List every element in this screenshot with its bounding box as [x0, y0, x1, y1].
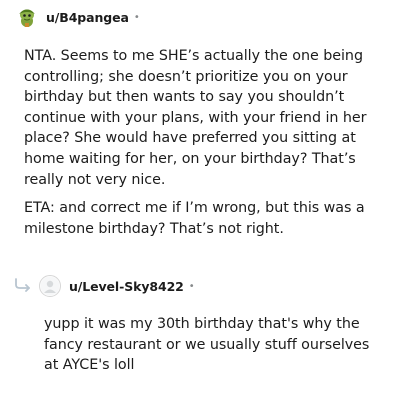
separator-dot: •	[188, 280, 195, 292]
comment-paragraph: NTA. Seems to me SHE’s actually the one …	[24, 48, 367, 188]
comment-paragraph: ETA: and correct me if I’m wrong, but th…	[24, 200, 365, 237]
username[interactable]: u/Level-Sky8422	[69, 279, 184, 294]
comment-header: u/B4pangea •	[0, 4, 400, 30]
snoo-avatar-icon[interactable]	[16, 6, 38, 28]
comment-2: u/Level-Sky8422 • yupp it was my 30th bi…	[0, 273, 400, 376]
comment-paragraph: yupp it was my 30th birthday that's why …	[44, 316, 370, 374]
comment-header: u/Level-Sky8422 •	[0, 273, 400, 299]
reply-arrow-icon	[15, 278, 30, 292]
comment-1: u/B4pangea • NTA. Seems to me SHE’s actu…	[0, 4, 400, 239]
username[interactable]: u/B4pangea	[46, 10, 129, 25]
default-avatar-icon[interactable]	[39, 275, 61, 297]
separator-dot: •	[133, 11, 140, 23]
